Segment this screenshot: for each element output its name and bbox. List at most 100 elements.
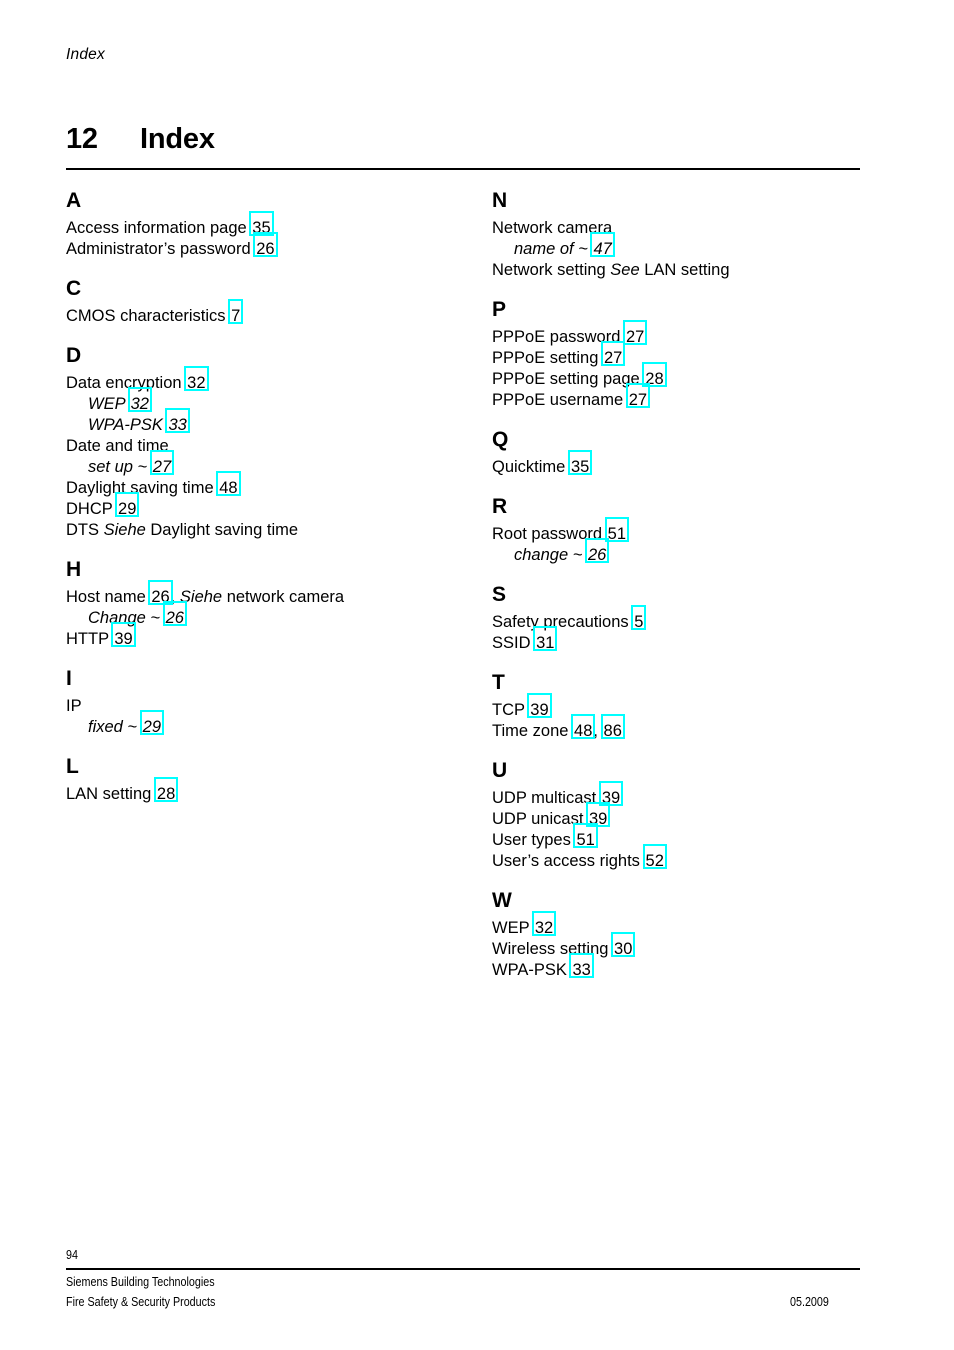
index-letter-heading: C <box>66 277 82 300</box>
index-entry-text: WEP <box>88 395 130 413</box>
index-entry-text: DHCP <box>66 500 118 518</box>
index-page-link[interactable]: 30 <box>611 932 636 960</box>
index-page-link[interactable]: 33 <box>569 953 595 981</box>
index-entry-text: IP <box>66 697 82 715</box>
index-entry: PPPoE password 27 <box>492 320 892 348</box>
index-page-link[interactable]: 39 <box>598 781 624 809</box>
index-group-h: H Host name 26, Siehe network camera Chang… <box>66 559 466 650</box>
index-entry-text: Data encryption <box>66 374 187 392</box>
index-entry: Root password 51 <box>492 517 892 545</box>
index-page-link[interactable]: 48 <box>570 714 596 742</box>
index-page-link[interactable]: 33 <box>165 408 191 436</box>
index-entry: IP <box>66 696 466 717</box>
index-page-link[interactable]: 51 <box>604 517 630 545</box>
index-page-link[interactable]: 27 <box>600 341 626 369</box>
index-page-link[interactable]: 32 <box>127 387 153 415</box>
index-entry: HTTP 39 <box>66 622 466 650</box>
page-title: 12 Index <box>66 123 215 156</box>
index-page-link[interactable]: 26 <box>162 601 188 629</box>
index-page-link[interactable]: 39 <box>111 622 137 650</box>
index-page-link[interactable]: 47 <box>590 232 616 260</box>
footer-company-line-1: Siemens Building Technologies <box>66 1275 215 1289</box>
chapter-title-text: Index <box>140 123 215 155</box>
index-page-link[interactable]: 48 <box>216 471 241 499</box>
index-entry-text: Network camera <box>492 219 613 237</box>
index-letter-heading: W <box>492 889 512 912</box>
index-page-link[interactable]: 26 <box>253 232 278 260</box>
index-group-n: N Network camera name of ~ 47 Network setti… <box>492 190 892 281</box>
index-cross-reference-label: See <box>610 261 640 279</box>
index-page-link[interactable]: 32 <box>531 911 557 939</box>
index-column-left: A Access information page 35 Administrator… <box>66 190 466 823</box>
index-page-link[interactable]: 27 <box>149 450 175 478</box>
index-entry: UDP unicast 39 <box>492 802 892 830</box>
folio-page-number: 94 <box>66 1248 78 1262</box>
index-page-link[interactable]: 29 <box>139 710 165 738</box>
index-page-link[interactable]: 35 <box>249 211 275 239</box>
index-entry: PPPoE setting 27 <box>492 341 892 369</box>
index-page-link[interactable]: 27 <box>625 383 651 411</box>
index-letter-heading: U <box>492 759 508 782</box>
index-subentry: name of ~ 47 <box>492 232 892 260</box>
index-subentry: fixed ~ 29 <box>66 710 466 738</box>
index-page-link[interactable]: 86 <box>600 714 626 742</box>
index-entry-text: change ~ <box>514 546 587 564</box>
index-page-link[interactable]: 35 <box>567 450 593 478</box>
index-page-link[interactable]: 26 <box>148 580 174 608</box>
index-group-r: R Root password 51 change ~ 26 <box>492 496 892 566</box>
index-entry: Safety precautions 5 <box>492 605 892 633</box>
index-entry: Quicktime 35 <box>492 450 892 478</box>
index-entry-text: PPPoE setting <box>492 349 603 367</box>
chapter-number: 12 <box>66 123 98 155</box>
index-entry-text: User types <box>492 831 576 849</box>
index-entry-text: WEP <box>492 919 534 937</box>
index-entry-text: WPA-PSK <box>88 416 168 434</box>
index-group-w: W WEP 32 Wireless setting 30 WPA-PSK 33 <box>492 890 892 981</box>
index-group-l: L LAN setting 28 <box>66 756 466 805</box>
index-entry-text: fixed ~ <box>88 718 142 736</box>
index-entry-text: Administrator’s password <box>66 240 256 258</box>
index-entry-text: Change ~ <box>88 609 165 627</box>
index-entry-text: TCP <box>492 701 530 719</box>
index-page-link[interactable]: 39 <box>585 802 611 830</box>
index-subentry: Change ~ 26 <box>66 601 466 629</box>
index-page-link[interactable]: 52 <box>642 844 668 872</box>
index-entry-text: WPA-PSK <box>492 961 572 979</box>
index-entry-text: LAN setting <box>66 785 156 803</box>
index-entry-text: , <box>593 722 603 740</box>
index-page-link[interactable]: 28 <box>153 777 179 805</box>
index-page-link[interactable]: 7 <box>228 299 244 327</box>
index-page-link[interactable]: 26 <box>584 538 610 566</box>
index-entry-text: set up ~ <box>88 458 152 476</box>
index-column-right: N Network camera name of ~ 47 Network setti… <box>492 190 892 999</box>
index-group-c: C CMOS characteristics 7 <box>66 278 466 327</box>
index-page-link[interactable]: 31 <box>533 626 558 654</box>
index-page-link[interactable]: 39 <box>527 693 553 721</box>
index-cross-reference-label: Siehe <box>103 521 146 539</box>
index-group-i: I IP fixed ~ 29 <box>66 668 466 738</box>
index-entry: TCP 39 <box>492 693 892 721</box>
index-entry-text: network camera <box>222 588 345 606</box>
index-entry: Wireless setting 30 <box>492 932 892 960</box>
index-entry: WPA-PSK 33 <box>492 953 892 981</box>
index-page-link[interactable]: 32 <box>184 366 209 394</box>
index-entry: Access information page 35 <box>66 211 466 239</box>
index-subentry: WPA-PSK 33 <box>66 408 466 436</box>
index-page-link[interactable]: 5 <box>631 605 647 633</box>
index-entry: User’s access rights 52 <box>492 844 892 872</box>
footer-company-line-2: Fire Safety & Security Products <box>66 1295 216 1309</box>
index-letter-heading: T <box>492 671 505 694</box>
index-page-link[interactable]: 51 <box>573 823 599 851</box>
index-entry: WEP 32 <box>492 911 892 939</box>
index-page-link[interactable]: 29 <box>115 492 140 520</box>
footer-divider <box>66 1268 860 1270</box>
index-page-link[interactable]: 27 <box>622 320 648 348</box>
index-letter-heading: R <box>492 495 508 518</box>
index-group-q: Q Quicktime 35 <box>492 429 892 478</box>
index-entry-text: PPPoE password <box>492 328 625 346</box>
index-entry: DTS Siehe Daylight saving time <box>66 520 466 541</box>
index-letter-heading: A <box>66 189 82 212</box>
index-letter-heading: P <box>492 298 507 321</box>
index-entry: Host name 26, Siehe network camera <box>66 580 466 608</box>
index-page-link[interactable]: 28 <box>642 362 668 390</box>
